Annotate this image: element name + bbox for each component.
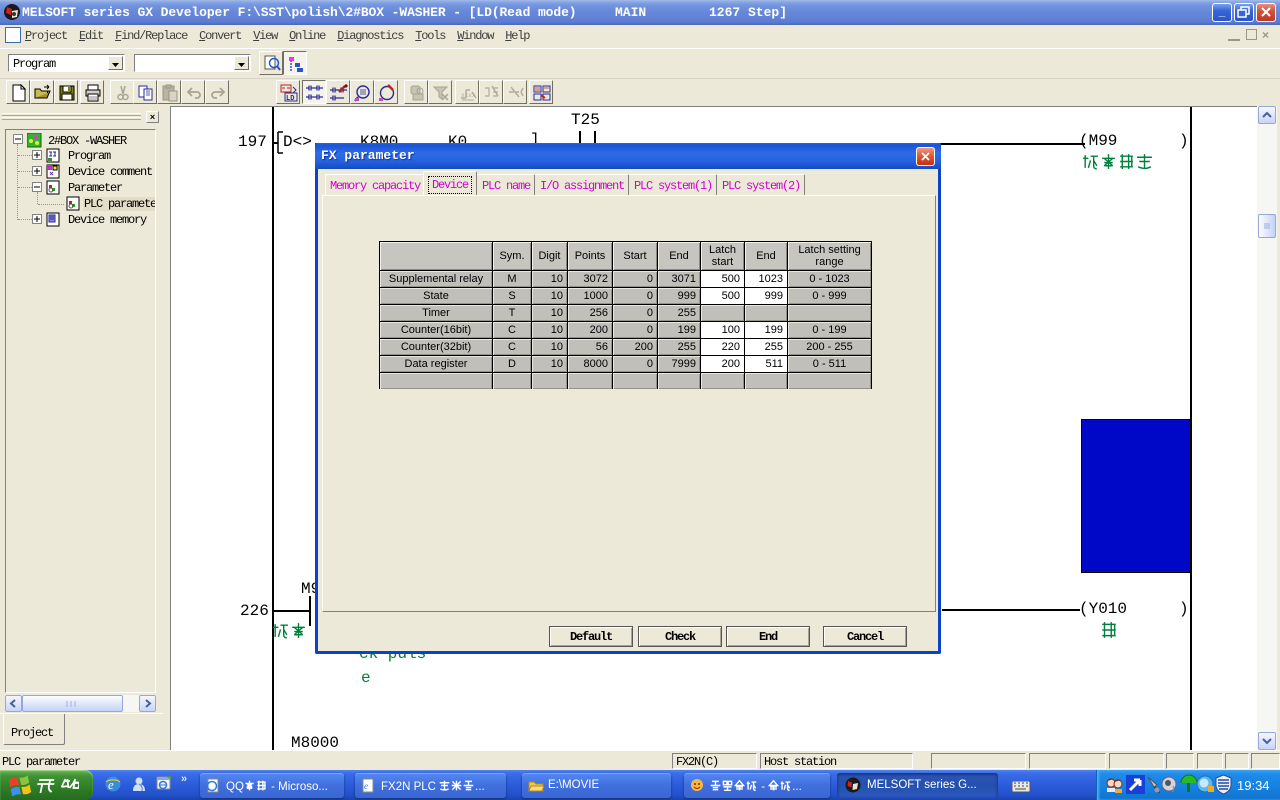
svg-text:xxxx: xxxx	[461, 92, 476, 99]
svg-text:LD: LD	[286, 95, 294, 102]
svg-text:e: e	[108, 777, 114, 792]
svg-text:e: e	[364, 781, 368, 791]
